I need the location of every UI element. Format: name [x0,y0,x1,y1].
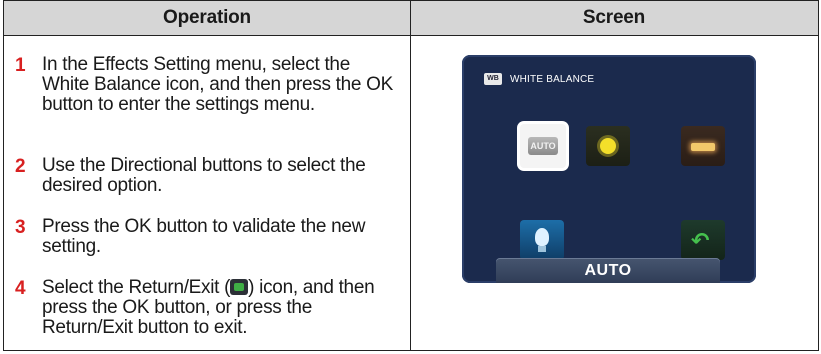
header-screen: Screen [582,7,646,28]
column-divider [410,1,411,350]
daylight-icon[interactable] [586,126,630,166]
auto-icon-label: AUTO [528,137,558,155]
white-balance-icon: WB [484,73,502,85]
selected-mode-bar: AUTO [496,258,720,283]
step-text: Use the Directional buttons to select th… [42,155,366,196]
step-text: Select the Return/Exit () icon, and then… [42,278,402,338]
screen-header: WB WHITE BALANCE [484,71,594,87]
return-icon[interactable]: ↶ [681,220,725,260]
header-operation: Operation [163,7,251,28]
step-number: 3 [15,217,26,238]
tungsten-icon[interactable] [520,220,564,260]
step-text-before-icon: Select the Return/Exit ( [42,277,231,298]
auto-icon[interactable]: AUTO [520,124,566,168]
step-text: Press the OK button to validate the new … [42,216,366,257]
table-header: Operation Screen [4,1,818,36]
step-number: 1 [15,55,26,76]
fluorescent-icon[interactable] [681,126,725,166]
step-text: In the Effects Setting menu, select the … [42,54,394,115]
selected-mode-label: AUTO [584,262,632,279]
camera-screen: WB WHITE BALANCE AUTO ↶ AUTO [462,55,756,283]
step-number: 2 [15,156,26,177]
return-exit-icon [230,279,249,295]
screen-title: WHITE BALANCE [510,73,595,85]
step-number: 4 [15,278,26,299]
